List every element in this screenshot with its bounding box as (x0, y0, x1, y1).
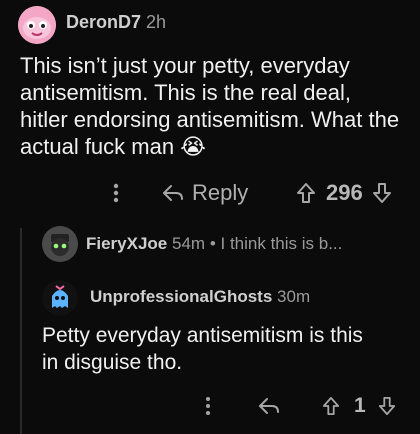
avatar-illustration (18, 6, 56, 44)
upvote-icon (297, 183, 315, 203)
downvote-icon (373, 183, 391, 203)
more-icon (206, 397, 210, 415)
post-body: This isn’t just your petty, everyday ant… (20, 52, 400, 160)
downvote-button[interactable] (372, 180, 392, 206)
reply-time: 54m (172, 234, 206, 253)
collapsed-reply[interactable]: FieryXJoe 54m • I think this is b... (86, 234, 406, 254)
post-body-text: This isn’t just your petty, everyday ant… (20, 53, 400, 159)
downvote-button[interactable] (378, 394, 396, 418)
upvote-icon (322, 397, 340, 415)
avatar-illustration (42, 280, 78, 316)
reply-label: Reply (192, 180, 249, 205)
avatar-illustration (42, 226, 78, 262)
avatar[interactable] (18, 6, 56, 44)
post-username[interactable]: DeronD7 (66, 12, 141, 33)
thread-line (20, 228, 22, 434)
post-time: 2h (146, 12, 167, 32)
downvote-icon (378, 397, 396, 415)
upvote-button[interactable] (296, 180, 316, 206)
reply-arrow-icon (259, 398, 279, 414)
reply-arrow-icon (162, 184, 184, 202)
more-options-button[interactable] (198, 394, 218, 418)
reply-time: 30m (277, 287, 311, 306)
reply-button[interactable] (258, 394, 280, 418)
more-icon (113, 183, 119, 203)
avatar[interactable] (42, 226, 78, 262)
vote-score: 296 (326, 180, 363, 205)
vote-score: 1 (354, 394, 366, 417)
upvote-button[interactable] (322, 394, 340, 418)
crying-emoji: 😭 (180, 134, 206, 159)
reply-preview: I think this is b... (220, 234, 343, 253)
separator-dot: • (209, 234, 216, 253)
reply-username[interactable]: FieryXJoe (86, 234, 167, 253)
reply-header: UnprofessionalGhosts 30m (90, 287, 310, 307)
reply-username[interactable]: UnprofessionalGhosts (90, 287, 272, 306)
avatar[interactable] (42, 280, 78, 316)
reply-button[interactable]: Reply (162, 178, 248, 208)
reply-body: Petty everyday antisemitism is this in d… (42, 324, 363, 374)
more-options-button[interactable] (106, 180, 126, 206)
